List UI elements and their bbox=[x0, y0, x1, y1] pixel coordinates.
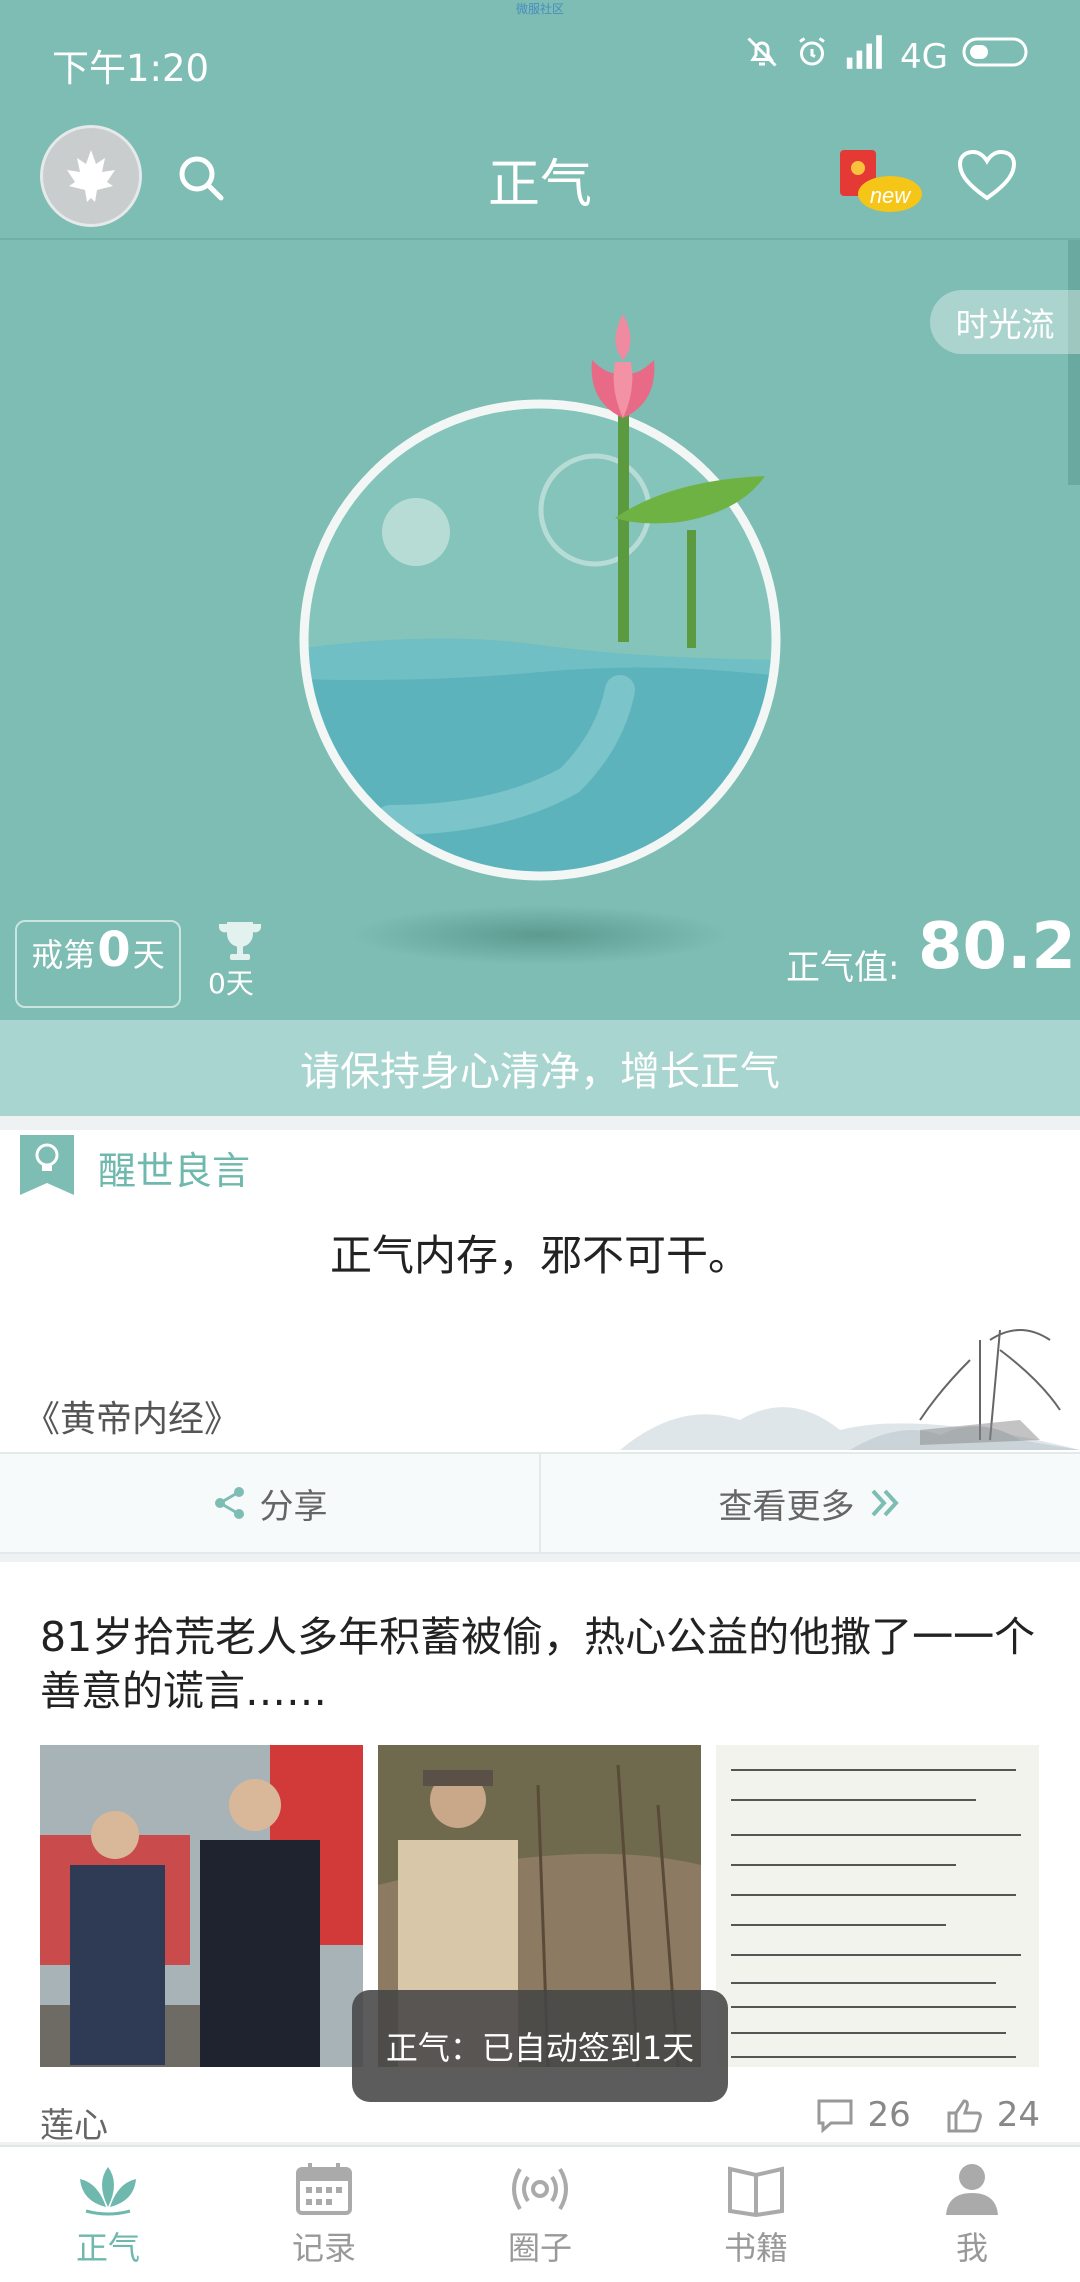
double-chevron-right-icon bbox=[871, 1489, 899, 1517]
lotus-icon bbox=[80, 2166, 136, 2215]
streak-prefix: 戒第 bbox=[31, 936, 96, 974]
tab-zhengqi[interactable]: 正气 bbox=[0, 2147, 216, 2282]
quote-text: 正气内存，邪不可干。 bbox=[329, 1231, 750, 1280]
quote-source: 《黄帝内经》 bbox=[24, 1399, 241, 1440]
lightbulb-icon bbox=[20, 1135, 74, 1195]
status-icons: 4G bbox=[744, 34, 1032, 79]
zhengqi-label: 正气值: bbox=[786, 948, 900, 988]
lotus-globe-illustration[interactable] bbox=[270, 300, 810, 940]
thumbs-up-icon bbox=[947, 2099, 982, 2133]
checkin-toast: 正气：已自动签到1天 bbox=[352, 1990, 728, 2102]
comment-icon bbox=[817, 2099, 853, 2133]
nav-divider bbox=[0, 238, 1080, 240]
mute-bell-icon bbox=[744, 34, 780, 79]
share-button[interactable]: 分享 bbox=[0, 1454, 539, 1552]
tab-label-zhengqi: 正气 bbox=[75, 2228, 140, 2267]
ink-landscape-illustration bbox=[620, 1300, 1080, 1450]
share-label: 分享 bbox=[259, 1486, 328, 1527]
scroll-indicator bbox=[1068, 240, 1080, 485]
view-more-label: 查看更多 bbox=[718, 1486, 855, 1527]
tab-label-me: 我 bbox=[955, 2228, 988, 2267]
article-headline[interactable]: 81岁拾荒老人多年积蓄被偷，热心公益的他撒了一一个善意的谎言…… bbox=[40, 1610, 1040, 1718]
heart-icon[interactable] bbox=[956, 148, 1018, 204]
view-more-button[interactable]: 查看更多 bbox=[541, 1454, 1080, 1552]
tab-label-books: 书籍 bbox=[723, 2228, 788, 2267]
like-count: 24 bbox=[996, 2095, 1040, 2135]
quote-actions: 分享 查看更多 bbox=[0, 1452, 1080, 1554]
user-icon bbox=[946, 2163, 998, 2215]
streak-days: 0 bbox=[97, 922, 131, 978]
bottom-tabbar: 正气 记录 圈子 书籍 我 bbox=[0, 2145, 1080, 2282]
calendar-icon bbox=[296, 2162, 352, 2215]
tab-label-circle: 圈子 bbox=[507, 2228, 572, 2267]
network-type: 4G bbox=[900, 36, 948, 77]
tab-records[interactable]: 记录 bbox=[216, 2147, 432, 2282]
status-time: 下午1:20 bbox=[52, 47, 210, 90]
article-image-3[interactable] bbox=[716, 1745, 1039, 2067]
article-stats: 26 24 bbox=[815, 2095, 1040, 2135]
globe-shadow bbox=[350, 905, 730, 965]
share-icon bbox=[214, 1487, 244, 1519]
article-author[interactable]: 莲心 bbox=[40, 2098, 108, 2147]
section-label: 醒世良言 bbox=[98, 1149, 251, 1193]
trophy-icon[interactable] bbox=[215, 920, 265, 964]
streak-suffix: 天 bbox=[132, 936, 165, 974]
zhengqi-value: 80.2 bbox=[918, 910, 1076, 984]
new-badge: new bbox=[870, 183, 912, 208]
tab-label-records: 记录 bbox=[291, 2228, 356, 2267]
battery-icon bbox=[962, 35, 1032, 78]
tab-me[interactable]: 我 bbox=[864, 2147, 1080, 2282]
comment-count: 26 bbox=[867, 2095, 911, 2135]
tab-circle[interactable]: 圈子 bbox=[432, 2147, 648, 2282]
alarm-icon bbox=[794, 34, 830, 79]
comment-button[interactable]: 26 bbox=[815, 2095, 911, 2135]
like-button[interactable]: 24 bbox=[945, 2095, 1040, 2135]
timeflow-button[interactable]: 时光流 bbox=[930, 290, 1080, 354]
red-packet-icon[interactable]: new bbox=[836, 148, 924, 214]
broadcast-icon bbox=[512, 2167, 568, 2210]
article-image-1[interactable] bbox=[40, 1745, 363, 2067]
book-icon bbox=[728, 2165, 784, 2217]
top-caption: 微服社区 bbox=[515, 2, 564, 16]
tab-books[interactable]: 书籍 bbox=[648, 2147, 864, 2282]
streak-counter[interactable]: 戒第 0 天 bbox=[15, 920, 181, 1008]
motto-banner: 请保持身心清净，增长正气 bbox=[0, 1020, 1080, 1116]
best-streak-days: 0天 bbox=[208, 967, 254, 1000]
signal-icon bbox=[844, 35, 886, 78]
